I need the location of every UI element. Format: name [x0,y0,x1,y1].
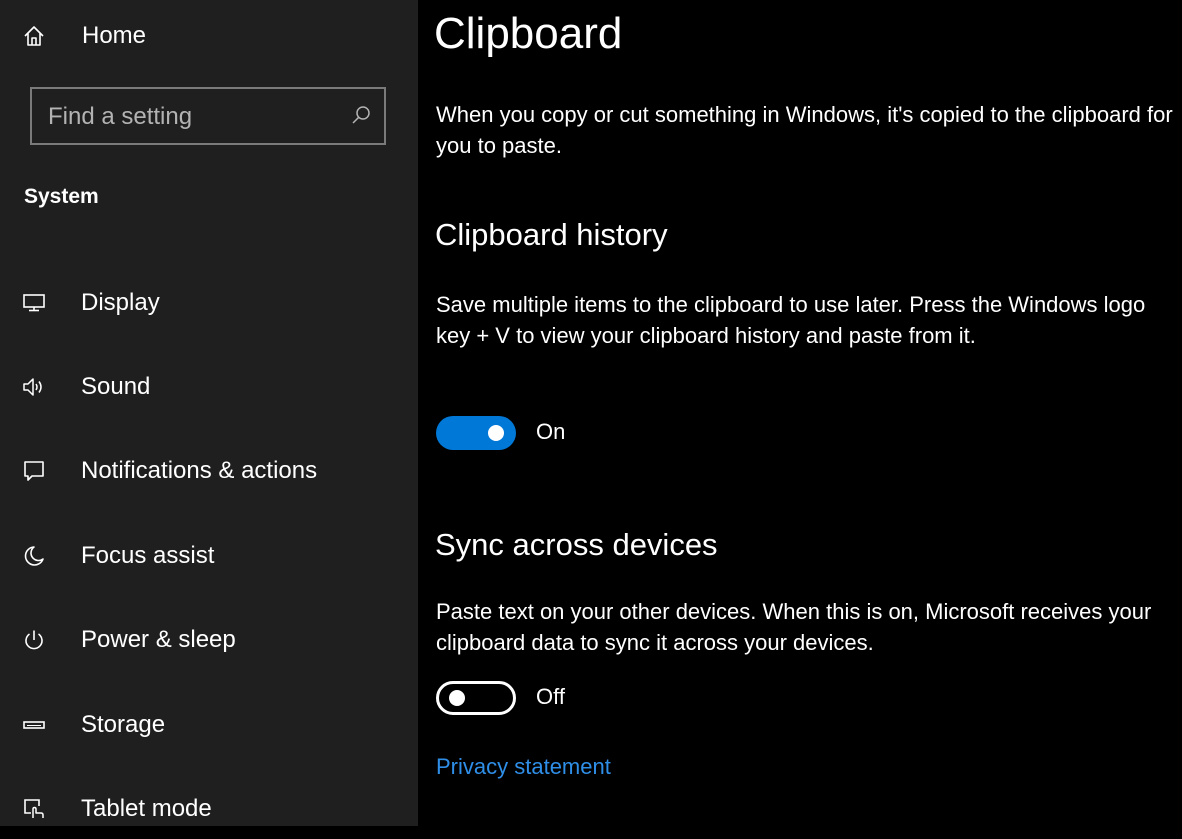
sidebar-item-label: Notifications & actions [81,457,318,484]
sidebar-item-power-sleep[interactable]: Power & sleep [0,610,418,670]
sidebar-item-storage[interactable]: Storage [0,695,418,755]
sidebar-item-sound[interactable]: Sound [0,357,418,417]
sidebar: Home System Display [0,0,418,826]
sync-description: Paste text on your other devices. When t… [436,599,1152,655]
tablet-mode-icon [22,797,46,821]
sound-icon [22,375,46,399]
sidebar-item-label: Tablet mode [81,795,212,822]
toggle-knob [488,425,504,441]
privacy-statement-link[interactable]: Privacy statement [436,754,611,780]
search-input[interactable] [46,89,350,145]
sidebar-item-home[interactable]: Home [0,6,418,66]
clipboard-history-description: Save multiple items to the clipboard to … [436,292,1146,348]
sidebar-item-tablet-mode[interactable]: Tablet mode [0,779,418,839]
clipboard-history-heading: Clipboard history [435,217,668,252]
storage-icon [22,713,46,737]
intro-text: When you copy or cut something in Window… [436,102,1173,158]
sync-toggle[interactable] [436,681,516,715]
main-content: Clipboard When you copy or cut something… [418,0,1182,826]
focus-assist-icon [22,544,46,568]
sidebar-item-label: Power & sleep [81,626,236,653]
sidebar-item-focus-assist[interactable]: Focus assist [0,526,418,586]
home-icon [22,24,46,48]
sidebar-item-label: Storage [81,711,166,738]
search-box [30,87,386,145]
page-title: Clipboard [434,9,623,58]
sidebar-item-label: Focus assist [81,542,215,569]
sync-across-devices-heading: Sync across devices [435,527,718,562]
power-icon [22,628,46,652]
sync-toggle-state: Off [536,684,565,709]
sidebar-item-label: Sound [81,373,151,400]
search-icon[interactable] [350,104,372,126]
clipboard-history-toggle-state: On [536,419,566,444]
notifications-icon [22,459,46,483]
sidebar-item-notifications[interactable]: Notifications & actions [0,441,418,501]
sidebar-item-label: Display [81,289,160,316]
sidebar-item-label: Home [82,22,147,49]
clipboard-history-toggle[interactable] [436,416,516,450]
display-icon [22,291,46,315]
sidebar-item-display[interactable]: Display [0,273,418,333]
section-heading: System [24,185,99,208]
toggle-knob [449,690,465,706]
